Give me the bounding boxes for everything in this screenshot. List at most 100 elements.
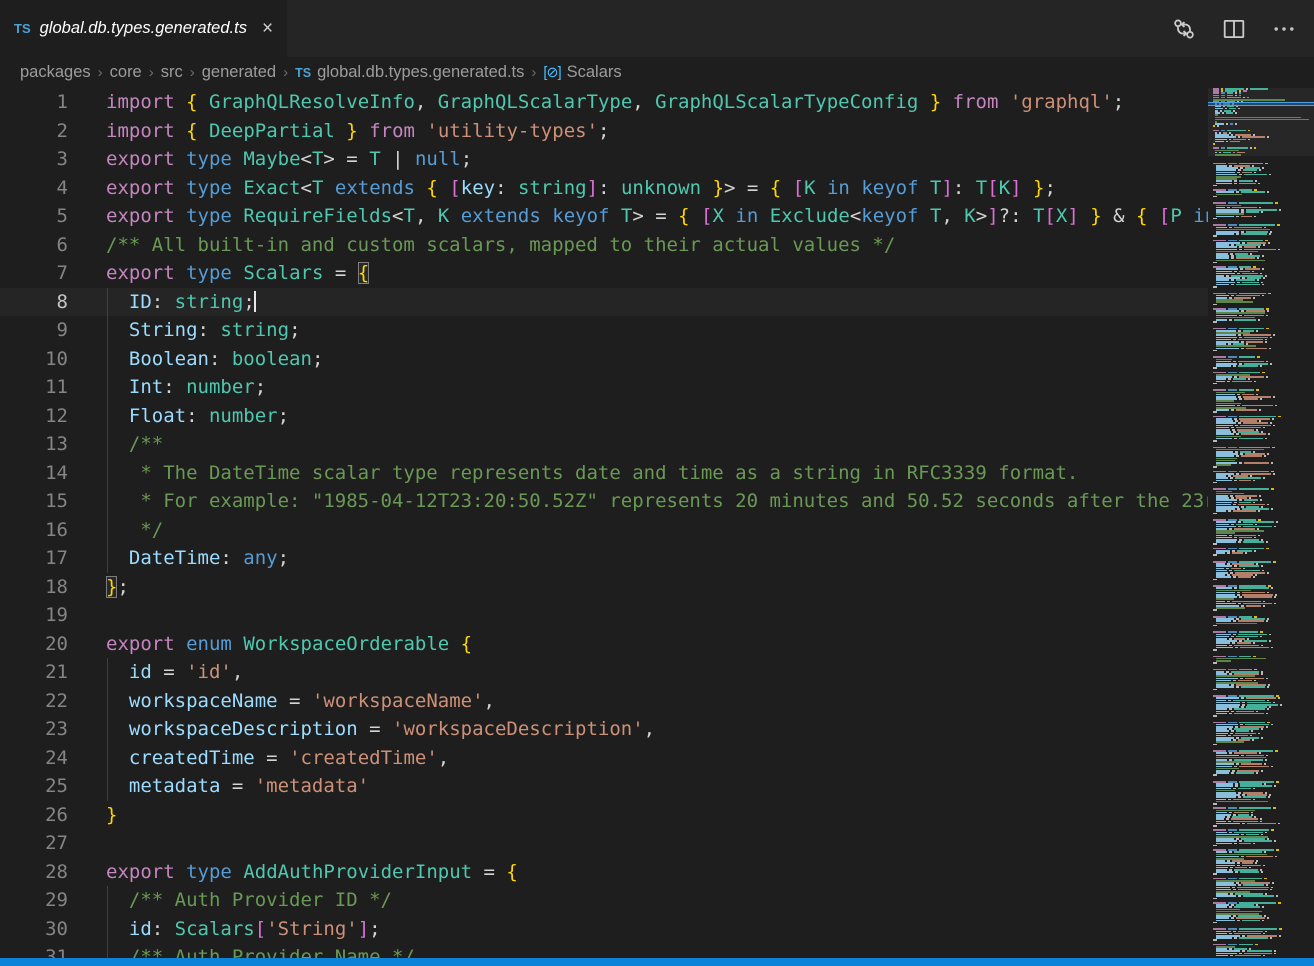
code-line-8[interactable]: 8 ID: string; <box>0 288 1208 317</box>
breadcrumb-label: src <box>161 63 183 81</box>
breadcrumb-label: generated <box>202 63 276 81</box>
code-editor[interactable]: 1import { GraphQLResolveInfo, GraphQLSca… <box>0 88 1208 966</box>
minimap-line <box>1213 185 1217 187</box>
line-number: 14 <box>0 459 68 488</box>
minimap-line <box>1216 348 1271 350</box>
code-line-15[interactable]: 15 * For example: "1985-04-12T23:20:50.5… <box>0 487 1208 516</box>
minimap-line <box>1215 154 1241 156</box>
more-actions-icon[interactable] <box>1270 15 1298 43</box>
code-line-29[interactable]: 29 /** Auth Provider ID */ <box>0 886 1208 915</box>
breadcrumb-label: core <box>110 63 142 81</box>
line-number: 12 <box>0 402 68 431</box>
code-line-12[interactable]: 12 Float: number; <box>0 402 1208 431</box>
symbol-type-icon: [⊘] <box>543 65 560 81</box>
minimap-line <box>1213 825 1217 827</box>
breadcrumb-item-src[interactable]: src <box>161 63 183 82</box>
code-line-22[interactable]: 22 workspaceName = 'workspaceName', <box>0 687 1208 716</box>
minimap-line <box>1216 741 1244 743</box>
minimap-line <box>1213 774 1217 776</box>
code-line-26[interactable]: 26} <box>0 801 1208 830</box>
code-line-23[interactable]: 23 workspaceDescription = 'workspaceDesc… <box>0 715 1208 744</box>
line-number: 23 <box>0 715 68 744</box>
minimap-line <box>1216 801 1268 803</box>
breadcrumb-label: packages <box>20 63 91 81</box>
code-line-3[interactable]: 3export type Maybe<T> = T | null; <box>0 145 1208 174</box>
minimap-line <box>1213 554 1217 556</box>
breadcrumb-item-core[interactable]: core <box>110 63 142 82</box>
code-line-11[interactable]: 11 Int: number; <box>0 373 1208 402</box>
code-line-16[interactable]: 16 */ <box>0 516 1208 545</box>
line-number: 15 <box>0 487 68 516</box>
minimap-line <box>1213 939 1217 941</box>
minimap-line <box>1216 284 1264 286</box>
code-line-21[interactable]: 21 id = 'id', <box>0 658 1208 687</box>
minimap-line <box>1213 579 1217 581</box>
minimap-line <box>1213 873 1217 875</box>
line-number: 9 <box>0 316 68 345</box>
breadcrumb-item-global-db-types-generated-ts[interactable]: TSglobal.db.types.generated.ts <box>295 63 524 82</box>
code-text: export type RequireFields<T, K extends k… <box>106 202 1208 231</box>
code-text: id = 'id', <box>106 658 243 687</box>
code-line-30[interactable]: 30 id: Scalars['String']; <box>0 915 1208 944</box>
code-line-20[interactable]: 20 export enum WorkspaceOrderable { <box>0 630 1208 659</box>
minimap-line <box>1213 922 1217 924</box>
code-line-4[interactable]: 4export type Exact<T extends { [key: str… <box>0 174 1208 203</box>
code-text: export enum WorkspaceOrderable { <box>106 630 472 659</box>
line-number: 25 <box>0 772 68 801</box>
code-line-25[interactable]: 25 metadata = 'metadata' <box>0 772 1208 801</box>
code-line-6[interactable]: 6/** All built-in and custom scalars, ma… <box>0 231 1208 260</box>
code-line-7[interactable]: 7export type Scalars = { <box>0 259 1208 288</box>
code-text: id: Scalars['String']; <box>106 915 381 944</box>
minimap-line <box>1216 233 1271 235</box>
code-line-19[interactable]: 19 <box>0 601 1208 630</box>
minimap-line <box>1213 609 1217 611</box>
minimap-line <box>1216 576 1255 578</box>
minimap-current-line-highlight <box>1208 102 1314 106</box>
tab-active-file[interactable]: TS global.db.types.generated.ts × <box>0 0 287 57</box>
minimap-line <box>1216 301 1253 303</box>
line-number: 11 <box>0 373 68 402</box>
code-text: export type AddAuthProviderInput = { <box>106 858 518 887</box>
code-text: createdTime = 'createdTime', <box>106 744 449 773</box>
code-text: import { GraphQLResolveInfo, GraphQLScal… <box>106 88 1124 117</box>
minimap-line <box>1213 466 1217 468</box>
minimap-line <box>1213 482 1217 484</box>
minimap-line <box>1213 440 1217 442</box>
code-text: DateTime: any; <box>106 544 289 573</box>
code-text: import { DeepPartial } from 'utility-typ… <box>106 117 609 146</box>
code-line-17[interactable]: 17 DateTime: any; <box>0 544 1208 573</box>
code-line-14[interactable]: 14 * The DateTime scalar type represents… <box>0 459 1208 488</box>
code-line-9[interactable]: 9 String: string; <box>0 316 1208 345</box>
code-line-1[interactable]: 1import { GraphQLResolveInfo, GraphQLSca… <box>0 88 1208 117</box>
breadcrumb-item-generated[interactable]: generated <box>202 63 276 82</box>
code-line-5[interactable]: 5export type RequireFields<T, K extends … <box>0 202 1208 231</box>
code-line-2[interactable]: 2import { DeepPartial } from 'utility-ty… <box>0 117 1208 146</box>
minimap-line <box>1213 304 1217 306</box>
code-text: /** All built-in and custom scalars, map… <box>106 231 895 260</box>
breadcrumb-item-packages[interactable]: packages <box>20 63 91 82</box>
code-text: Boolean: boolean; <box>106 345 323 374</box>
breadcrumb-item-scalars[interactable]: [⊘]Scalars <box>543 63 621 82</box>
vscode-editor-window: TS global.db.types.generated.ts × <box>0 0 1314 966</box>
code-line-18[interactable]: 18}; <box>0 573 1208 602</box>
breadcrumb-label: global.db.types.generated.ts <box>317 63 524 81</box>
code-line-27[interactable]: 27 <box>0 829 1208 858</box>
open-changes-icon[interactable] <box>1170 15 1198 43</box>
code-text: Float: number; <box>106 402 289 431</box>
code-line-10[interactable]: 10 Boolean: boolean; <box>0 345 1208 374</box>
minimap[interactable] <box>1208 88 1314 958</box>
code-line-28[interactable]: 28export type AddAuthProviderInput = { <box>0 858 1208 887</box>
minimap-line <box>1213 125 1219 127</box>
minimap-line <box>1213 321 1217 323</box>
tab-close-icon[interactable]: × <box>262 19 273 38</box>
minimap-line <box>1216 920 1264 922</box>
code-line-13[interactable]: 13 /** <box>0 430 1208 459</box>
status-bar-edge <box>0 958 1314 966</box>
minimap-line <box>1213 262 1217 264</box>
split-editor-icon[interactable] <box>1220 15 1248 43</box>
minimap-line <box>1213 286 1217 288</box>
code-line-24[interactable]: 24 createdTime = 'createdTime', <box>0 744 1208 773</box>
line-number: 22 <box>0 687 68 716</box>
line-number: 20 <box>0 630 68 659</box>
minimap-line <box>1216 623 1257 625</box>
